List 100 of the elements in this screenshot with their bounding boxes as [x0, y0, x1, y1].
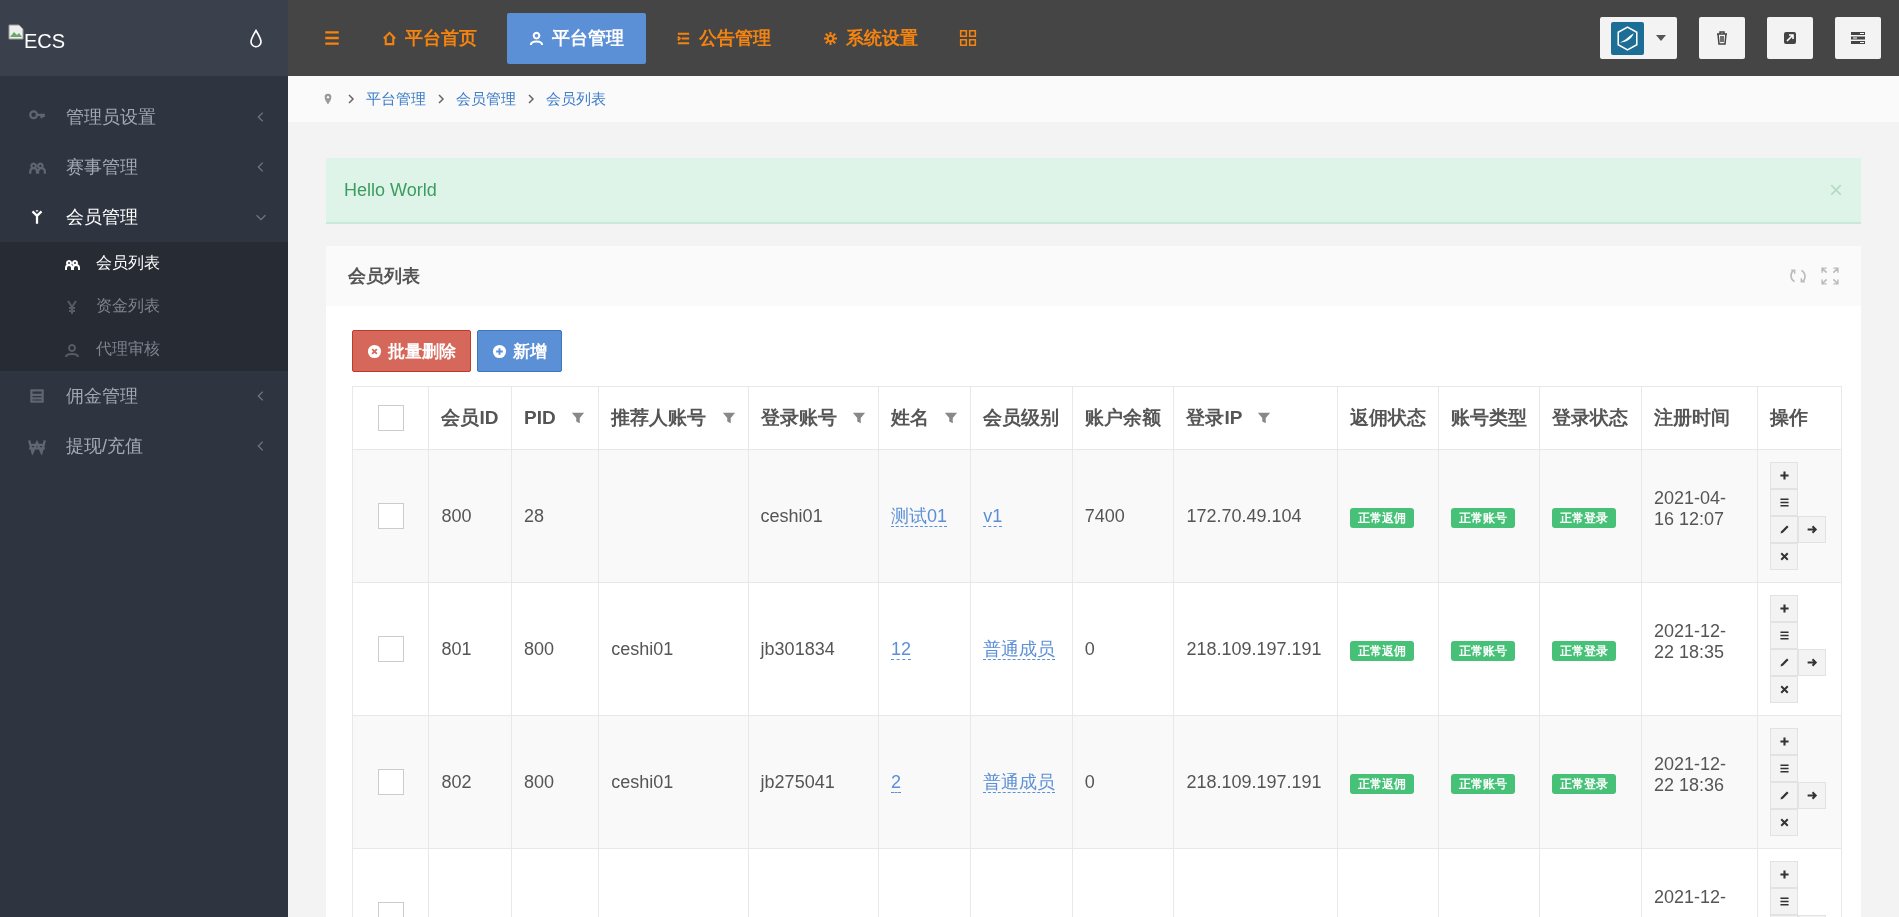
- open-external-button[interactable]: [1767, 17, 1813, 59]
- status-badge: 正常登录: [1551, 507, 1616, 528]
- sidebar-item[interactable]: 提现/充值: [0, 421, 288, 471]
- table-cell: ceshi01: [611, 771, 674, 792]
- edit-button[interactable]: [1770, 782, 1799, 809]
- forward-button[interactable]: [1798, 516, 1827, 543]
- sidebar-item[interactable]: 佣金管理: [0, 371, 288, 421]
- add-sub-button[interactable]: [1770, 462, 1799, 489]
- add-button[interactable]: 新增: [477, 330, 562, 372]
- filter-icon[interactable]: [1257, 411, 1272, 425]
- plus-icon: [1777, 469, 1791, 482]
- forward-button[interactable]: [1798, 782, 1827, 809]
- sidebar-subitem[interactable]: 资金列表: [0, 285, 288, 328]
- edit-button[interactable]: [1770, 649, 1799, 676]
- sidebar-item[interactable]: 赛事管理: [0, 142, 288, 192]
- plus-icon: [1777, 602, 1791, 615]
- column-header: 账号类型: [1450, 407, 1527, 428]
- edit-button[interactable]: [1770, 516, 1799, 543]
- filter-icon[interactable]: [721, 411, 736, 425]
- chevron-right-icon: [526, 94, 536, 104]
- column-header: 会员ID: [441, 407, 499, 428]
- column-header: 注册时间: [1654, 407, 1731, 428]
- editable-link[interactable]: 测试01: [890, 506, 947, 527]
- sidebar-subitem[interactable]: 代理审核: [0, 328, 288, 371]
- column-header: 登录状态: [1551, 407, 1628, 428]
- column-header: 登录IP: [1186, 407, 1243, 428]
- breadcrumb-link[interactable]: 平台管理: [366, 89, 426, 109]
- pencil-icon: [1777, 523, 1791, 536]
- select-all-checkbox[interactable]: [377, 405, 404, 431]
- external-link-icon: [1782, 30, 1798, 46]
- column-header: 会员级别: [983, 407, 1060, 428]
- table-cell: 28: [524, 505, 545, 526]
- list-icon: [1777, 496, 1791, 509]
- account-dropdown[interactable]: [1600, 17, 1677, 59]
- pencil-icon: [1777, 656, 1791, 669]
- row-checkbox[interactable]: [377, 769, 404, 795]
- clear-button[interactable]: [1699, 17, 1745, 59]
- filter-icon[interactable]: [851, 411, 866, 425]
- add-sub-button[interactable]: [1770, 595, 1799, 622]
- forward-button[interactable]: [1798, 649, 1827, 676]
- plus-icon: [1777, 735, 1791, 748]
- editable-link[interactable]: v1: [983, 505, 1003, 527]
- broken-image-logo: ECS: [8, 23, 66, 53]
- table-cell: 800: [524, 771, 555, 792]
- status-badge: 正常账号: [1450, 773, 1515, 794]
- delete-button[interactable]: [1770, 809, 1799, 836]
- column-header: 账户余额: [1084, 407, 1161, 428]
- row-checkbox[interactable]: [377, 636, 404, 662]
- editable-link[interactable]: 普通成员: [983, 772, 1056, 793]
- status-badge: 正常返佣: [1349, 507, 1414, 528]
- settings-panel-button[interactable]: [1835, 17, 1881, 59]
- nav-tab[interactable]: 系统设置: [801, 12, 940, 64]
- arrow-right-icon: [1805, 523, 1819, 536]
- sidebar-item[interactable]: 管理员设置: [0, 92, 288, 142]
- table-cell: jb275041: [760, 771, 835, 792]
- delete-button[interactable]: [1770, 676, 1799, 703]
- nav-tab[interactable]: 公告管理: [654, 12, 793, 64]
- column-header: 返佣状态: [1349, 407, 1426, 428]
- add-sub-button[interactable]: [1770, 861, 1799, 888]
- table-cell: 800: [441, 505, 472, 526]
- table-cell: 0: [1084, 638, 1095, 659]
- column-header: 操作: [1770, 407, 1809, 428]
- details-button[interactable]: [1770, 489, 1799, 516]
- nav-tab[interactable]: 平台管理: [507, 12, 646, 64]
- sidebar-subitem[interactable]: 会员列表: [0, 242, 288, 285]
- nav-tab[interactable]: 平台首页: [360, 12, 499, 64]
- sidebar-item[interactable]: 会员管理: [0, 192, 288, 242]
- editable-link[interactable]: 普通成员: [983, 639, 1056, 660]
- avatar-icon: [1611, 21, 1644, 55]
- plus-circle-icon: [492, 343, 507, 359]
- breadcrumb-link[interactable]: 会员管理: [456, 89, 516, 109]
- batch-delete-button[interactable]: 批量删除: [352, 330, 471, 372]
- column-header: PID: [524, 407, 556, 428]
- grid-icon: [959, 29, 977, 47]
- status-badge: 正常账号: [1450, 640, 1515, 661]
- status-badge: 正常返佣: [1349, 773, 1414, 794]
- broken-image-icon: [8, 23, 24, 40]
- alert-message: Hello World: [344, 179, 437, 201]
- filter-icon[interactable]: [944, 411, 959, 425]
- add-sub-button[interactable]: [1770, 728, 1799, 755]
- arrow-right-icon: [1805, 656, 1819, 669]
- delete-button[interactable]: [1770, 543, 1799, 570]
- list-icon: [1777, 629, 1791, 642]
- table-cell: 218.109.197.191: [1186, 771, 1322, 792]
- chevron-right-icon: [346, 94, 356, 104]
- editable-link[interactable]: 12: [890, 638, 911, 660]
- remove-circle-icon: [367, 343, 382, 359]
- breadcrumb-link[interactable]: 会员列表: [546, 89, 606, 109]
- table-cell-text: 2021-12-22 18:35: [1654, 621, 1728, 663]
- caret-icon: [1656, 35, 1666, 41]
- status-badge: 正常登录: [1551, 640, 1616, 661]
- table-cell: ceshi01: [611, 638, 674, 659]
- details-button[interactable]: [1770, 755, 1799, 782]
- filter-icon[interactable]: [571, 411, 585, 425]
- row-checkbox[interactable]: [377, 503, 404, 529]
- table-cell: 801: [441, 638, 472, 659]
- details-button[interactable]: [1770, 622, 1799, 649]
- details-button[interactable]: [1770, 888, 1799, 915]
- editable-link[interactable]: 2: [890, 771, 901, 793]
- list-icon: [1777, 895, 1791, 908]
